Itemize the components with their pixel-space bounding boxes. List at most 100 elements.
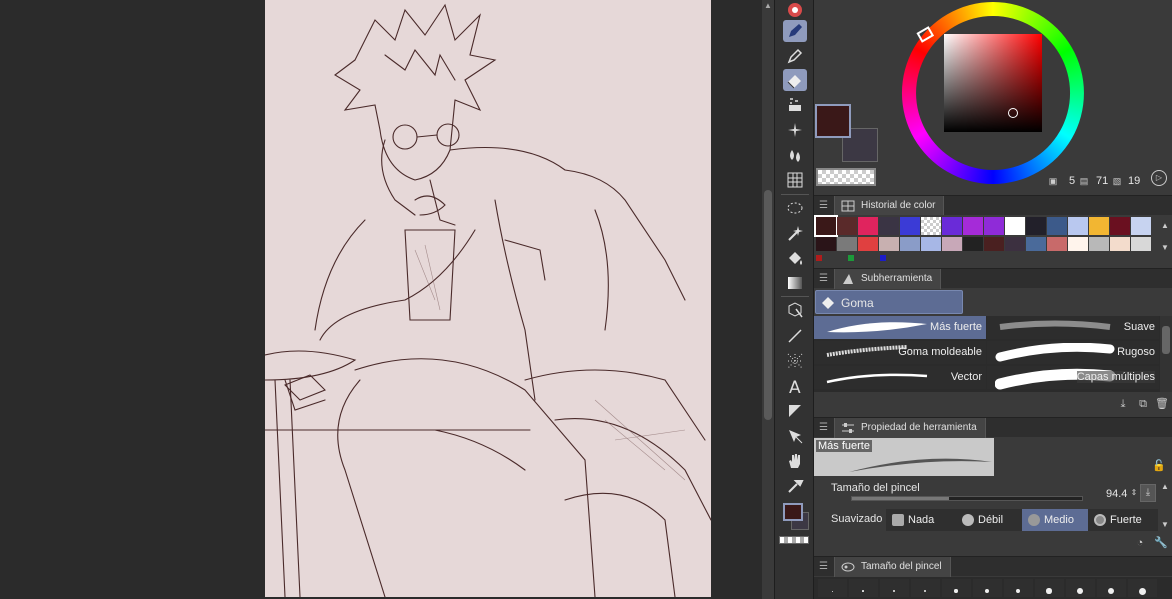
brush-size-preset[interactable] [942,579,971,597]
frame-tool-icon[interactable] [783,400,807,422]
lock-icon[interactable]: 🔓 [1152,459,1166,473]
brush-size-preset[interactable] [1097,579,1126,597]
tab-color-history[interactable]: Historial de color [834,196,945,216]
history-swatch[interactable] [879,217,899,235]
history-swatch[interactable] [1005,237,1025,251]
history-swatch[interactable] [1089,217,1109,235]
history-swatch[interactable] [816,255,822,261]
blend-tool-icon[interactable] [783,144,807,166]
hand-tool-icon[interactable] [783,450,807,472]
history-scroll-down-icon[interactable]: ▼ [1158,241,1172,255]
brush-item-suave[interactable]: Suave [987,316,1159,339]
app-logo-icon[interactable] [783,0,807,22]
history-swatch[interactable] [942,237,962,251]
smoothing-option-fuerte[interactable]: Fuerte [1088,509,1158,531]
trash-icon[interactable]: 🗑 [1155,397,1169,411]
stepper-icon[interactable]: ⇕ [1127,486,1141,500]
transparent-color-swatch[interactable] [816,168,876,186]
brush-size-preset[interactable] [973,579,1002,597]
history-swatch[interactable] [814,215,838,237]
scrollbar-thumb[interactable] [764,190,772,420]
smoothing-option-nada[interactable]: Nada [886,509,956,531]
play-icon[interactable]: ▷ [1151,170,1167,186]
history-swatch[interactable] [1110,217,1130,235]
panel-grip-icon[interactable]: ☰ [819,200,828,211]
history-swatch[interactable] [900,217,920,235]
smoothing-option-medio[interactable]: Medio [1022,509,1088,531]
ruler-grid-tool-icon[interactable] [783,169,807,191]
text-tool-icon[interactable]: A [783,375,807,397]
brush-size-slider[interactable] [851,496,1083,501]
prop-scroll-up-icon[interactable]: ▲ [1158,480,1172,494]
pencil-tool-icon[interactable] [783,45,807,67]
eyedropper-tool-icon[interactable] [783,475,807,497]
history-swatch[interactable] [921,237,941,251]
history-swatch[interactable] [900,237,920,251]
brush-item-capas-multiples[interactable]: Capas múltiples [987,366,1159,390]
panel-grip-icon[interactable]: ☰ [819,561,828,572]
history-swatch[interactable] [1047,237,1067,251]
history-swatch[interactable] [837,237,857,251]
magic-wand-tool-icon[interactable] [783,222,807,244]
drawing-canvas[interactable] [265,0,711,597]
sv-marker[interactable] [1008,108,1018,118]
brush-item-goma-moldeable[interactable]: Goma moldeable [814,341,986,364]
brush-size-preset[interactable] [911,579,940,597]
subtool-group-goma[interactable]: Goma [815,290,963,314]
history-swatch[interactable] [816,237,836,251]
tab-brush-size[interactable]: Tamaño del pincel [834,557,951,577]
brush-size-preset[interactable] [1128,579,1157,597]
saturation-value-square[interactable] [944,34,1042,132]
object-tool-icon[interactable] [783,299,807,321]
toolbar-main-color[interactable] [783,503,803,521]
duplicate-icon[interactable]: ⧉ [1136,397,1150,411]
scrollbar-thumb[interactable] [1162,326,1170,354]
brush-list-scrollbar[interactable] [1160,316,1172,392]
smoothing-option-debil[interactable]: Débil [956,509,1022,531]
sparkle-tool-icon[interactable] [783,119,807,141]
history-swatch[interactable] [1026,237,1046,251]
toolbar-transparent-color[interactable] [779,536,809,544]
selection-tool-icon[interactable] [783,197,807,219]
history-swatch[interactable] [1131,237,1151,251]
history-swatch[interactable] [858,237,878,251]
correct-line-tool-icon[interactable] [783,425,807,447]
history-swatch[interactable] [848,255,854,261]
prop-scroll-down-icon[interactable]: ▼ [1158,518,1172,532]
brush-size-preset[interactable] [1004,579,1033,597]
history-swatch[interactable] [984,217,1004,235]
scroll-up-icon[interactable]: ▲ [764,2,772,10]
brush-item-mas-fuerte[interactable]: Más fuerte [814,316,986,339]
brush-size-value[interactable]: 94.4 [1106,488,1127,500]
brush-item-vector[interactable]: Vector [814,366,986,389]
history-swatch[interactable] [1089,237,1109,251]
canvas-vertical-scrollbar[interactable]: ▲ [762,0,774,599]
main-color-swatch[interactable] [815,104,851,138]
history-swatch[interactable] [879,237,899,251]
brush-size-preset[interactable] [1035,579,1064,597]
decoration-tool-icon[interactable] [783,94,807,116]
history-swatch[interactable] [858,217,878,235]
brush-size-preset[interactable] [818,579,847,597]
brush-size-preset[interactable] [1066,579,1095,597]
history-swatch[interactable] [1110,237,1130,251]
history-swatch[interactable] [921,217,941,235]
import-icon[interactable]: ⤓ [1116,397,1130,411]
history-scroll-up-icon[interactable]: ▲ [1158,219,1172,233]
line-tool-icon[interactable] [783,325,807,347]
wrench-icon[interactable]: 🔧 [1154,536,1168,550]
history-swatch[interactable] [1131,217,1151,235]
tab-subtool[interactable]: Subherramienta [834,269,942,289]
brush-size-preset[interactable] [849,579,878,597]
history-swatch[interactable] [1068,237,1088,251]
history-swatch[interactable] [1005,217,1025,235]
fill-tool-icon[interactable] [783,247,807,269]
size-dropdown-icon[interactable]: ⤓ [1140,484,1156,502]
panel-grip-icon[interactable]: ☰ [819,422,828,433]
history-swatch[interactable] [880,255,886,261]
pen-tool-icon[interactable] [783,20,807,42]
gradient-tool-icon[interactable] [783,272,807,294]
pattern-tool-icon[interactable] [783,350,807,372]
history-swatch[interactable] [942,217,962,235]
panel-grip-icon[interactable]: ☰ [819,273,828,284]
